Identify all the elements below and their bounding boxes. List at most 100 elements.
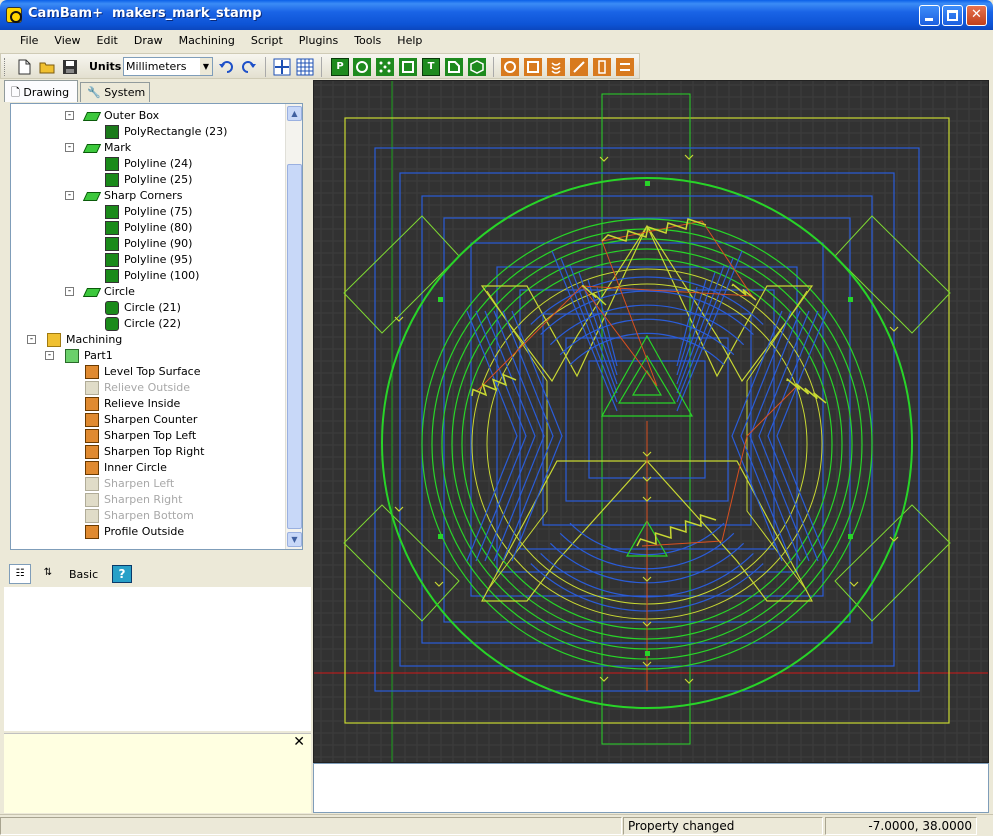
lathe-mop-icon[interactable] [616,58,634,76]
units-dropdown[interactable]: Millimeters ▼ [123,57,213,76]
profile-mop-icon[interactable] [501,58,519,76]
toolbar-separator [493,57,494,77]
tab-drawing[interactable]: 🗋 Drawing [4,80,78,102]
tree-item[interactable]: Sharpen Right [85,492,182,508]
drill-mop-icon[interactable] [547,58,565,76]
drawing-tab-icon: 🗋 [11,86,20,99]
circle-tool-icon[interactable] [353,58,371,76]
3d-surface-tool-icon[interactable] [468,58,486,76]
minimize-button[interactable] [919,5,940,26]
open-folder-icon[interactable] [38,58,56,76]
region-tool-icon[interactable] [445,58,463,76]
mop-icon [85,445,99,459]
tree-item[interactable]: Mark [82,140,132,156]
collapse-toggle-icon[interactable]: - [27,335,36,344]
toolbar-separator [321,57,322,77]
tree-item[interactable]: Sharpen Left [85,476,174,492]
tree-item[interactable]: Machining [47,332,122,348]
menu-help[interactable]: Help [389,30,430,52]
drawing-tree[interactable]: - Outer Box PolyRectangle (23) - Mark Polylin… [10,103,303,550]
categorized-icon[interactable]: ☷ [9,564,31,584]
tree-item[interactable]: Circle [82,284,135,300]
menu-file[interactable]: File [12,30,46,52]
alphabetical-icon[interactable]: ⇅ [37,564,59,584]
mop-icon [85,461,99,475]
tree-item[interactable]: Part1 [65,348,113,364]
tree-item[interactable]: Sharpen Bottom [85,508,194,524]
tree-item[interactable]: Polyline (100) [105,268,199,284]
maximize-button[interactable] [942,5,963,26]
close-description-icon[interactable]: ✕ [293,734,305,750]
tree-item[interactable]: Polyline (90) [105,236,192,252]
tree-item[interactable]: Level Top Surface [85,364,201,380]
property-grid[interactable] [4,587,311,731]
new-file-icon[interactable] [15,58,33,76]
show-grid-icon[interactable] [296,58,314,76]
tree-item[interactable]: Profile Outside [85,524,184,540]
chevron-down-icon[interactable]: ▼ [200,58,212,75]
3d-profile-mop-icon[interactable] [593,58,611,76]
menu-edit[interactable]: Edit [89,30,126,52]
tree-item[interactable]: Relieve Outside [85,380,190,396]
tree-item[interactable]: Circle (21) [105,300,181,316]
collapse-toggle-icon[interactable]: - [65,111,74,120]
scroll-up-icon[interactable]: ▲ [287,106,302,121]
status-empty-cell [0,817,622,835]
panel-splitter[interactable] [4,555,308,559]
text-tool-icon[interactable]: T [422,58,440,76]
control-point [438,297,443,302]
tree-item[interactable]: Polyline (24) [105,156,192,172]
menu-machining[interactable]: Machining [171,30,243,52]
rectangle-tool-icon[interactable] [399,58,417,76]
redo-icon[interactable] [240,58,258,76]
tree-item[interactable]: Relieve Inside [85,396,180,412]
tree-item[interactable]: Polyline (25) [105,172,192,188]
points-tool-icon[interactable] [376,58,394,76]
tree-item-label: Circle [104,285,135,298]
scroll-down-icon[interactable]: ▼ [287,532,302,547]
scrollbar-thumb[interactable] [287,164,302,529]
help-icon[interactable]: ? [112,565,132,583]
tree-item[interactable]: Polyline (95) [105,252,192,268]
basic-mode-button[interactable]: Basic [69,568,98,581]
save-icon[interactable] [61,58,79,76]
tree-item[interactable]: Outer Box [82,108,159,124]
tree-item[interactable]: Inner Circle [85,460,167,476]
tree-item[interactable]: Sharp Corners [82,188,182,204]
toolbar-grip[interactable] [4,58,7,76]
tree-item[interactable]: Polyline (75) [105,204,192,220]
collapse-toggle-icon[interactable]: - [65,287,74,296]
collapse-toggle-icon[interactable]: - [45,351,54,360]
close-button[interactable]: ✕ [966,5,987,26]
tree-item-label: Polyline (24) [124,157,193,170]
tree-item[interactable]: PolyRectangle (23) [105,124,227,140]
pocket-mop-icon[interactable] [524,58,542,76]
drawing-canvas[interactable] [313,80,989,763]
tree-item[interactable]: Circle (22) [105,316,181,332]
tree-item-label: Machining [66,333,123,346]
polyline-tool-icon[interactable]: P [331,58,349,76]
tree-scrollbar[interactable]: ▲ ▼ [285,104,302,549]
mop-icon [85,509,99,523]
tree-item-label: Sharpen Counter [104,413,198,426]
collapse-toggle-icon[interactable]: - [65,143,74,152]
control-point [645,651,650,656]
tab-system[interactable]: 🔧 System [80,82,150,102]
tree-item[interactable]: Sharpen Top Right [85,444,204,460]
tree-item[interactable]: Sharpen Counter [85,412,197,428]
menu-draw[interactable]: Draw [126,30,171,52]
menu-plugins[interactable]: Plugins [291,30,346,52]
snap-grid-icon[interactable] [273,58,291,76]
collapse-toggle-icon[interactable]: - [65,191,74,200]
menu-tools[interactable]: Tools [346,30,389,52]
cambam-app-icon[interactable] [6,7,22,23]
tree-item-label: Mark [104,141,132,154]
menu-view[interactable]: View [46,30,88,52]
tree-item[interactable]: Polyline (80) [105,220,192,236]
canvas-drawing[interactable] [314,81,989,763]
menu-script[interactable]: Script [243,30,291,52]
undo-icon[interactable] [217,58,235,76]
engrave-mop-icon[interactable] [570,58,588,76]
tree-item-label: Inner Circle [104,461,167,474]
tree-item[interactable]: Sharpen Top Left [85,428,196,444]
